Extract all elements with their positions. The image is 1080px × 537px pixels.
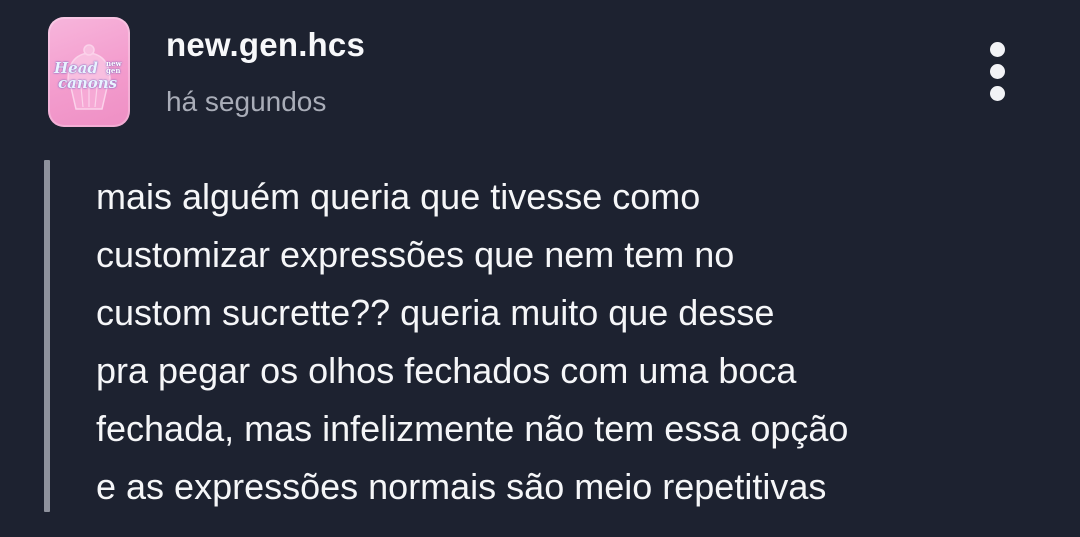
post-text-line: e as expressões normais são meio repetit… [96, 466, 827, 507]
avatar[interactable]: Head canons new gen [48, 17, 130, 127]
avatar-logo: Head canons new gen [54, 59, 126, 92]
avatar-logo-small: new gen [106, 59, 122, 75]
post-text-line: customizar expressões que nem tem no [96, 234, 735, 275]
more-vertical-icon [990, 86, 1005, 101]
quote-bar [44, 160, 50, 512]
post-timestamp: há segundos [166, 86, 327, 117]
more-vertical-icon [990, 42, 1005, 57]
post-text-line: fechada, mas infelizmente não tem essa o… [96, 408, 849, 449]
post-text: mais alguém queria que tivesse como cust… [96, 168, 1056, 516]
post-text-line: mais alguém queria que tivesse como [96, 176, 701, 217]
post-text-line: custom sucrette?? queria muito que desse [96, 292, 775, 333]
post-text-line: pra pegar os olhos fechados com uma boca [96, 350, 797, 391]
post-card: Head canons new gen new.gen.hcs há segun… [0, 0, 1080, 537]
author-username[interactable]: new.gen.hcs [166, 26, 365, 64]
more-vertical-icon [990, 64, 1005, 79]
more-options-button[interactable] [978, 38, 1018, 104]
avatar-logo-line2: canons [58, 74, 118, 92]
